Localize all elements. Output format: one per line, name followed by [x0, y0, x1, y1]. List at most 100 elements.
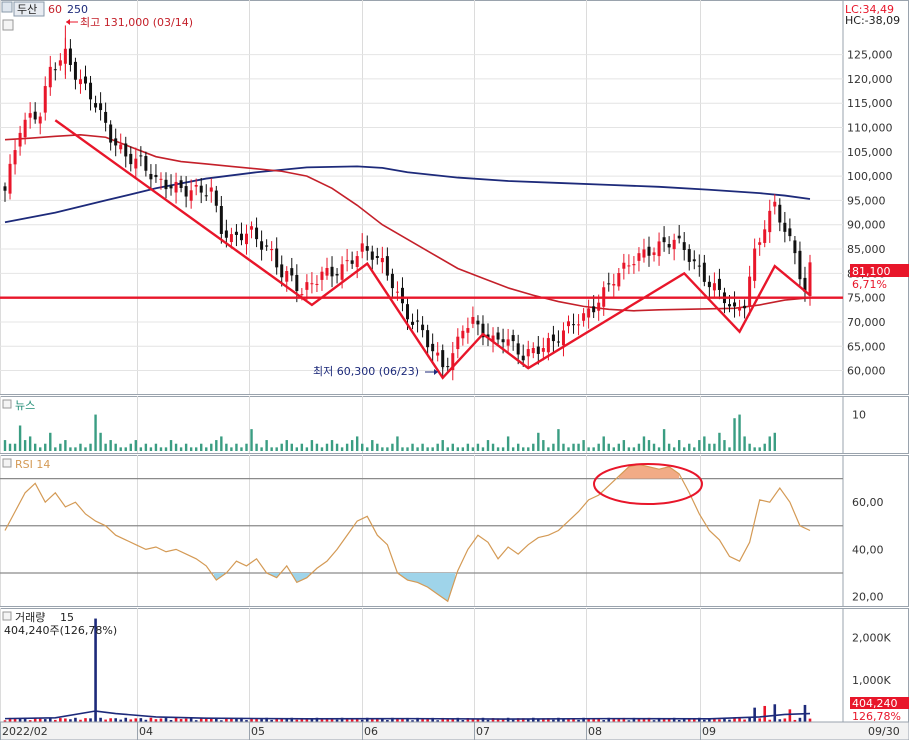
panel-menu-icon[interactable] — [1, 1, 13, 13]
news-bar — [416, 447, 419, 451]
candle-body — [275, 248, 279, 268]
candle-body — [350, 260, 354, 264]
candle-body — [400, 287, 404, 304]
news-bar — [84, 447, 87, 451]
candle-body — [89, 82, 93, 100]
news-bar — [632, 447, 636, 451]
news-bar — [335, 443, 339, 451]
candle-body — [597, 302, 601, 311]
candle-body — [239, 233, 243, 241]
low-annotation: 최저 60,300 (06/23) — [313, 365, 419, 378]
candle-body — [199, 185, 203, 193]
last-volume: 404,240 — [852, 697, 898, 710]
volume-bar — [753, 707, 756, 722]
news-bar — [154, 443, 158, 451]
volume-bar — [109, 718, 112, 722]
ticker-label: 두산 — [17, 3, 37, 16]
candle-body — [270, 248, 274, 251]
x-tick-label: 07 — [476, 725, 490, 738]
candle-body — [104, 111, 108, 123]
news-bar — [733, 418, 736, 451]
candle-body — [159, 178, 163, 180]
price-tick-label: 75,000 — [847, 292, 886, 305]
candle-body — [763, 229, 767, 243]
news-bar — [491, 443, 495, 451]
candle-body — [536, 346, 540, 354]
candle-body — [280, 264, 284, 278]
volume-bar — [738, 718, 741, 722]
x-tick-label: 09 — [702, 725, 716, 738]
rsi-tick-label: 60,00 — [852, 496, 884, 509]
volume-bar — [184, 718, 188, 722]
candle-body — [531, 347, 535, 354]
candle-body — [380, 257, 384, 263]
news-bar — [572, 443, 575, 451]
news-bar — [144, 443, 148, 451]
candle-body — [697, 265, 701, 267]
news-bar — [94, 414, 97, 451]
volume-panel-icon[interactable] — [2, 611, 12, 621]
news-bar — [270, 447, 273, 451]
news-bar — [597, 443, 600, 451]
news-bar — [315, 443, 319, 451]
volume-bar — [798, 717, 802, 722]
volume-bar — [99, 717, 102, 722]
x-axis: 2022/02 04 05 06 07 08 09 09/30 — [0, 721, 909, 740]
rsi-panel-icon[interactable] — [2, 458, 12, 468]
news-bar — [69, 447, 72, 451]
news-bar — [255, 443, 258, 451]
news-bar — [718, 432, 721, 451]
candle-body — [672, 239, 676, 250]
news-bar — [421, 443, 424, 451]
news-bar — [683, 447, 686, 451]
news-bar — [411, 443, 414, 451]
news-bar — [169, 440, 173, 451]
price-tick-label: 125,000 — [847, 49, 893, 62]
candle-body — [13, 150, 17, 165]
news-bar — [129, 443, 132, 451]
news-bar — [54, 447, 57, 451]
candle-body — [204, 195, 208, 197]
price-tick-label: 70,000 — [847, 316, 886, 329]
rsi-tick-label: 20,00 — [852, 591, 884, 604]
candle-body — [798, 250, 802, 280]
news-bar — [325, 443, 329, 451]
news-bar — [215, 440, 218, 451]
candle-body — [471, 316, 475, 324]
news-bar — [396, 436, 399, 451]
news-bar — [587, 447, 590, 451]
last-price: 81,100 — [852, 265, 891, 278]
candle-body — [250, 226, 254, 230]
rsi-label: RSI 14 — [15, 458, 50, 471]
news-bar — [376, 443, 379, 451]
news-bar — [667, 443, 671, 451]
news-bar — [657, 447, 661, 451]
news-bar — [577, 443, 580, 451]
candle-body — [647, 246, 651, 256]
news-bar — [461, 447, 465, 451]
price-tick-label: 65,000 — [847, 340, 886, 353]
news-bar — [28, 436, 32, 451]
candle-body — [134, 158, 138, 169]
volume-bar — [164, 718, 168, 722]
news-bar — [310, 440, 314, 451]
candle-body — [446, 366, 450, 368]
grid-toggle-icon[interactable] — [2, 19, 14, 31]
candle-body — [315, 283, 319, 285]
news-bar — [74, 447, 77, 451]
candle-body — [99, 103, 103, 111]
candle-body — [622, 262, 626, 269]
candle-body — [707, 281, 711, 288]
candle-body — [436, 352, 440, 356]
candle-body — [68, 48, 72, 65]
news-bar — [13, 443, 17, 451]
news-bar — [109, 440, 112, 451]
price-tick-label: 90,000 — [847, 219, 886, 232]
stock-chart[interactable]: 125,000 120,000 115,000 110,000 105,000 100,0… — [0, 0, 909, 740]
news-bar — [642, 436, 646, 451]
news-panel-icon[interactable] — [2, 399, 12, 409]
candle-body — [184, 186, 188, 197]
panel-frame-3 — [0, 608, 909, 723]
news-bar — [320, 447, 324, 451]
news-bar — [511, 447, 515, 451]
